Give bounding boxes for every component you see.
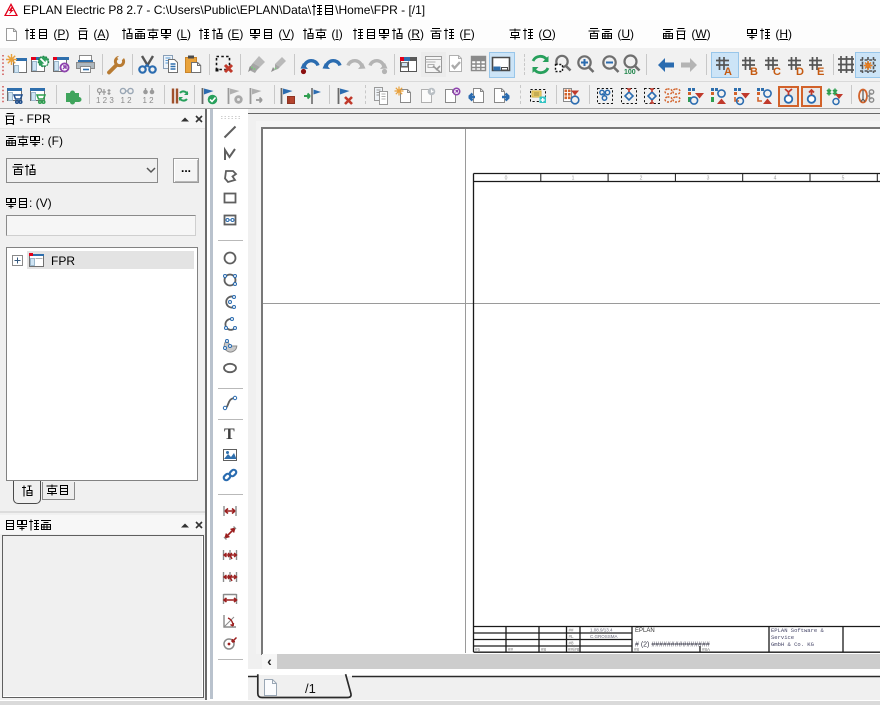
svg-text:/1: /1 (305, 681, 316, 696)
svg-text:##/#8: ##/#8 (568, 647, 580, 652)
svg-text:EPLAN: EPLAN (635, 628, 655, 634)
svg-text:A: A (724, 66, 732, 78)
svg-text:#8: #8 (541, 647, 547, 652)
svg-text:3: 3 (707, 176, 710, 182)
svg-text:##: ## (569, 628, 575, 633)
svg-text:2: 2 (640, 176, 643, 182)
svg-text:1 2: 1 2 (143, 96, 155, 105)
svg-text:EPLAN Software &: EPLAN Software & (771, 627, 825, 634)
svg-text:1.08.9/13.4: 1.08.9/13.4 (590, 628, 613, 633)
svg-text:##: ## (508, 647, 514, 652)
svg-text:E: E (817, 66, 824, 78)
svg-text:4: 4 (774, 176, 777, 182)
svg-text:1 2: 1 2 (121, 96, 133, 105)
svg-text:0: 0 (505, 176, 508, 182)
svg-text:#8: #8 (569, 641, 575, 646)
svg-text:B: B (750, 66, 758, 78)
svg-text:1 2 3: 1 2 3 (96, 96, 114, 105)
svg-text:C: C (773, 66, 781, 78)
svg-text:#5: #5 (475, 647, 481, 652)
svg-text:C.GROSSMA: C.GROSSMA (590, 634, 618, 639)
svg-text:1: 1 (572, 176, 575, 182)
svg-text:Service: Service (771, 634, 794, 641)
svg-text:100: 100 (624, 69, 636, 76)
svg-text:D: D (796, 66, 804, 78)
svg-text:5: 5 (842, 176, 845, 182)
svg-text:# (2) ###############: # (2) ############### (635, 642, 710, 649)
svg-text:#L: #L (569, 634, 575, 639)
svg-text:T: T (224, 426, 235, 441)
svg-text:GmbH & Co. KG: GmbH & Co. KG (771, 641, 814, 648)
